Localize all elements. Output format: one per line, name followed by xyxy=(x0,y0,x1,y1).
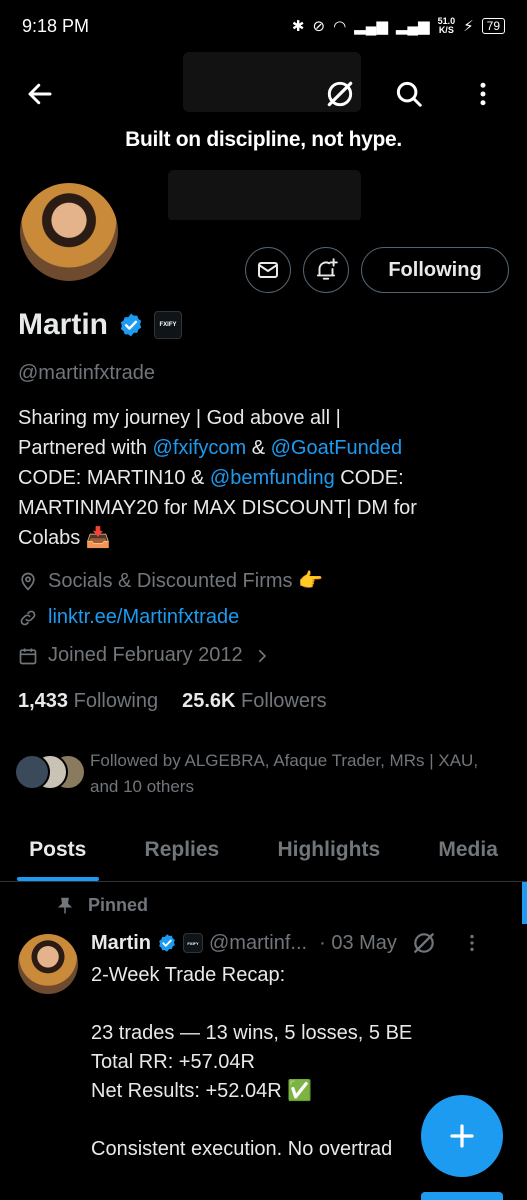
post-date: · 03 May xyxy=(319,931,397,954)
calendar-icon xyxy=(19,648,37,664)
search-icon xyxy=(396,81,422,107)
chevron-right-icon xyxy=(258,649,266,662)
tab-highlights[interactable]: Highlights xyxy=(248,818,409,881)
profile-name-row: Martin FXIFY xyxy=(18,308,182,342)
profile-joined[interactable]: Joined February 2012 xyxy=(18,644,271,667)
arrow-left-icon xyxy=(28,83,52,105)
compose-post-button[interactable] xyxy=(421,1095,503,1177)
following-button[interactable]: Following xyxy=(361,247,509,293)
post-header: Martin FXIFY @martinf... · 03 May xyxy=(91,930,511,956)
message-button[interactable] xyxy=(245,247,291,293)
bluetooth-icon: ✱ xyxy=(291,18,305,35)
profile-location: Socials & Discounted Firms 👉 xyxy=(18,568,323,593)
profile-name: Martin xyxy=(18,308,108,341)
verified-badge-icon[interactable] xyxy=(118,312,144,338)
charging-icon: ⚡ xyxy=(463,18,474,35)
mail-icon xyxy=(258,262,278,278)
profile-website: linktr.ee/Martinfxtrade xyxy=(18,606,239,629)
profile-handle: @martinfxtrade xyxy=(18,362,156,384)
mention-link[interactable]: @bemfunding xyxy=(210,467,335,489)
mention-link[interactable]: @fxifycom xyxy=(153,437,247,459)
affiliate-badge[interactable]: FXIFY xyxy=(154,311,182,339)
more-vertical-icon xyxy=(480,82,486,106)
plus-icon xyxy=(450,1124,474,1148)
signal-icon: ▂▄▆ xyxy=(354,18,388,35)
banner-shape xyxy=(168,170,361,220)
banner-tagline: Built on discipline, not hype. xyxy=(125,128,402,151)
back-button[interactable] xyxy=(18,72,62,116)
tab-posts[interactable]: Posts xyxy=(0,818,115,881)
battery-indicator: 79 xyxy=(481,18,505,34)
status-icons: ✱ ⊘ ◠ ▂▄▆ ▂▄▆ 51.0 K/S ⚡ 79 xyxy=(292,17,505,35)
avatar xyxy=(14,754,50,790)
status-bar: 9:18 PM ✱ ⊘ ◠ ▂▄▆ ▂▄▆ 51.0 K/S ⚡ 79 xyxy=(0,0,527,52)
location-pin-icon xyxy=(21,572,35,590)
grok-icon xyxy=(327,81,353,107)
more-vertical-icon[interactable] xyxy=(461,932,483,954)
website-link[interactable]: linktr.ee/Martinfxtrade xyxy=(48,606,239,629)
notifications-button[interactable] xyxy=(303,247,349,293)
post-author-handle: @martinf... xyxy=(209,931,308,954)
bottom-edge-element xyxy=(421,1192,503,1200)
post-author-avatar[interactable] xyxy=(18,934,78,994)
profile-avatar[interactable] xyxy=(17,180,121,284)
dnd-icon: ⊘ xyxy=(312,18,326,35)
wifi-icon: ◠ xyxy=(333,18,347,35)
tab-media[interactable]: Media xyxy=(409,818,527,881)
followed-by-text: Followed by ALGEBRA, Afaque Trader, MRs … xyxy=(90,751,479,796)
status-time: 9:18 PM xyxy=(22,15,90,36)
scrollbar[interactable] xyxy=(522,882,527,924)
verified-badge-icon xyxy=(159,934,175,952)
profile-bio: Sharing my journey | God above all | Par… xyxy=(18,407,417,549)
pin-icon xyxy=(57,897,73,913)
link-icon xyxy=(20,610,36,625)
pinned-label: Pinned xyxy=(56,895,148,916)
search-button[interactable] xyxy=(387,72,431,116)
grok-button[interactable] xyxy=(318,72,362,116)
more-options-button[interactable] xyxy=(461,72,505,116)
affiliate-badge: FXIFY xyxy=(183,933,203,953)
bell-plus-icon xyxy=(316,258,338,280)
tab-replies[interactable]: Replies xyxy=(115,818,248,881)
post-author-name[interactable]: Martin xyxy=(91,932,151,955)
followers-stat[interactable]: 25.6K Followers xyxy=(182,690,327,713)
profile-tabs: Posts Replies Highlights Media xyxy=(0,818,527,882)
following-stat[interactable]: 1,433 Following xyxy=(18,690,158,713)
net-speed: 51.0 K/S xyxy=(437,16,456,35)
signal-icon-2: ▂▄▆ xyxy=(395,18,430,35)
follower-avatars xyxy=(14,754,86,794)
grok-icon[interactable] xyxy=(411,930,437,956)
mention-link[interactable]: @GoatFunded xyxy=(271,437,403,459)
followed-by[interactable]: Followed by ALGEBRA, Afaque Trader, MRs … xyxy=(14,748,490,800)
follow-stats: 1,433 Following 25.6K Followers xyxy=(18,690,327,713)
